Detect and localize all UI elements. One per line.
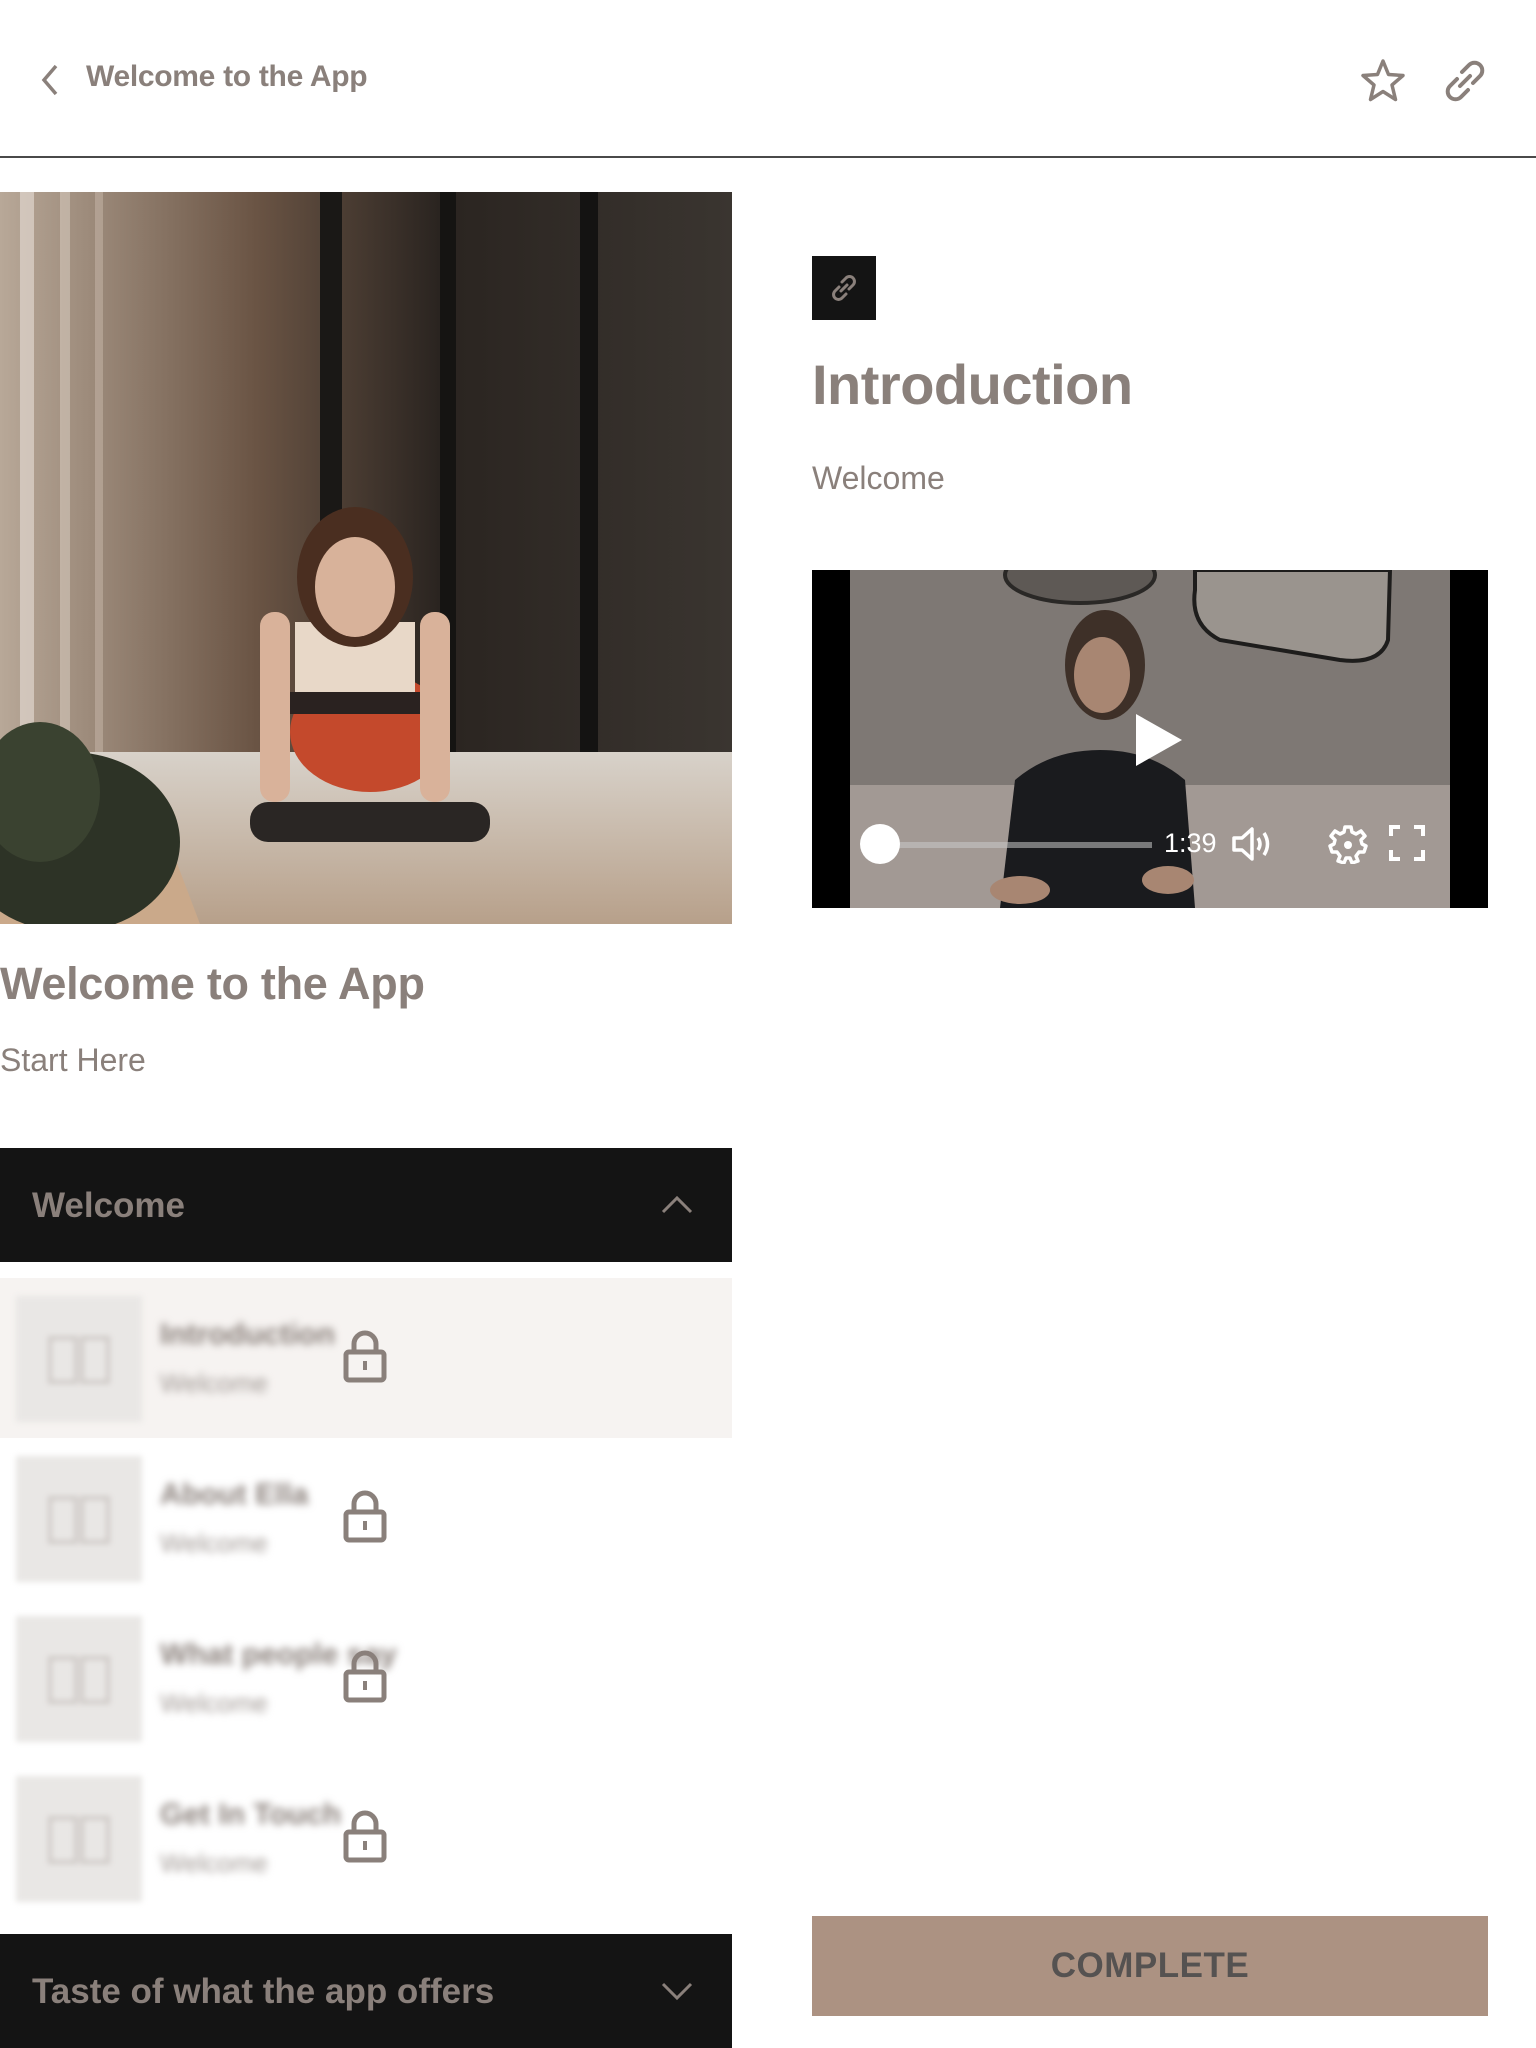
lesson-title: Introduction (812, 353, 1133, 416)
course-subtitle: Start Here (0, 1042, 146, 1078)
video-progress-handle[interactable] (860, 824, 900, 864)
lock-icon (343, 1490, 387, 1543)
chevron-left-icon (41, 64, 58, 96)
lesson-thumbnail (16, 1616, 142, 1742)
video-player[interactable]: 1:39 (812, 570, 1488, 908)
lesson-thumbnail (16, 1296, 142, 1422)
play-icon[interactable] (1130, 710, 1186, 770)
lock-icon (343, 1650, 387, 1703)
lock-icon (343, 1810, 387, 1863)
back-button[interactable] (36, 58, 68, 102)
lesson-list: Introduction Welcome About Ella Welcome … (0, 1278, 732, 1918)
lesson-title: Introduction (160, 1318, 335, 1351)
lesson-type-badge (812, 256, 876, 320)
lesson-title: About Ella (160, 1478, 309, 1511)
lesson-item-introduction[interactable]: Introduction Welcome (0, 1278, 732, 1438)
complete-button[interactable]: COMPLETE (812, 1916, 1488, 2016)
lesson-thumbnail (16, 1456, 142, 1582)
lesson-item-get-in-touch[interactable]: Get In Touch Welcome (0, 1758, 732, 1918)
chevron-up-icon (661, 1195, 693, 1214)
lesson-title: Get In Touch (160, 1798, 342, 1831)
star-icon (1361, 59, 1405, 102)
course-title: Welcome to the App (0, 958, 425, 1009)
lesson-item-about-ella[interactable]: About Ella Welcome (0, 1438, 732, 1598)
lesson-subtitle: Welcome (160, 1368, 268, 1398)
link-icon (832, 275, 856, 301)
video-progress-track[interactable] (882, 842, 1152, 848)
settings-icon[interactable] (1328, 824, 1368, 864)
book-icon (48, 1496, 110, 1544)
lesson-thumbnail (16, 1776, 142, 1902)
book-icon (48, 1816, 110, 1864)
section-header-taste[interactable]: Taste of what the app offers (0, 1934, 732, 2048)
lesson-subtitle: Welcome (160, 1688, 268, 1718)
lesson-item-what-people-say[interactable]: What people say Welcome (0, 1598, 732, 1758)
video-duration: 1:39 (1164, 828, 1217, 858)
page-title: Welcome to the App (86, 60, 368, 93)
lock-icon (343, 1330, 387, 1383)
section-header-welcome[interactable]: Welcome (0, 1148, 732, 1262)
fullscreen-icon[interactable] (1388, 824, 1426, 862)
book-icon (48, 1336, 110, 1384)
volume-icon[interactable] (1230, 824, 1274, 864)
lesson-subtitle: Welcome (160, 1528, 268, 1558)
top-bar: Welcome to the App (0, 0, 1536, 158)
copy-link-button[interactable] (1440, 56, 1490, 106)
lesson-subtitle: Welcome (812, 460, 945, 496)
chevron-down-icon (661, 1982, 693, 2001)
lesson-subtitle: Welcome (160, 1848, 268, 1878)
course-hero-image (0, 192, 732, 924)
favorite-button[interactable] (1358, 56, 1408, 106)
link-icon (1445, 60, 1485, 102)
section-label: Welcome (32, 1186, 186, 1225)
book-icon (48, 1656, 110, 1704)
section-label: Taste of what the app offers (32, 1972, 495, 2011)
